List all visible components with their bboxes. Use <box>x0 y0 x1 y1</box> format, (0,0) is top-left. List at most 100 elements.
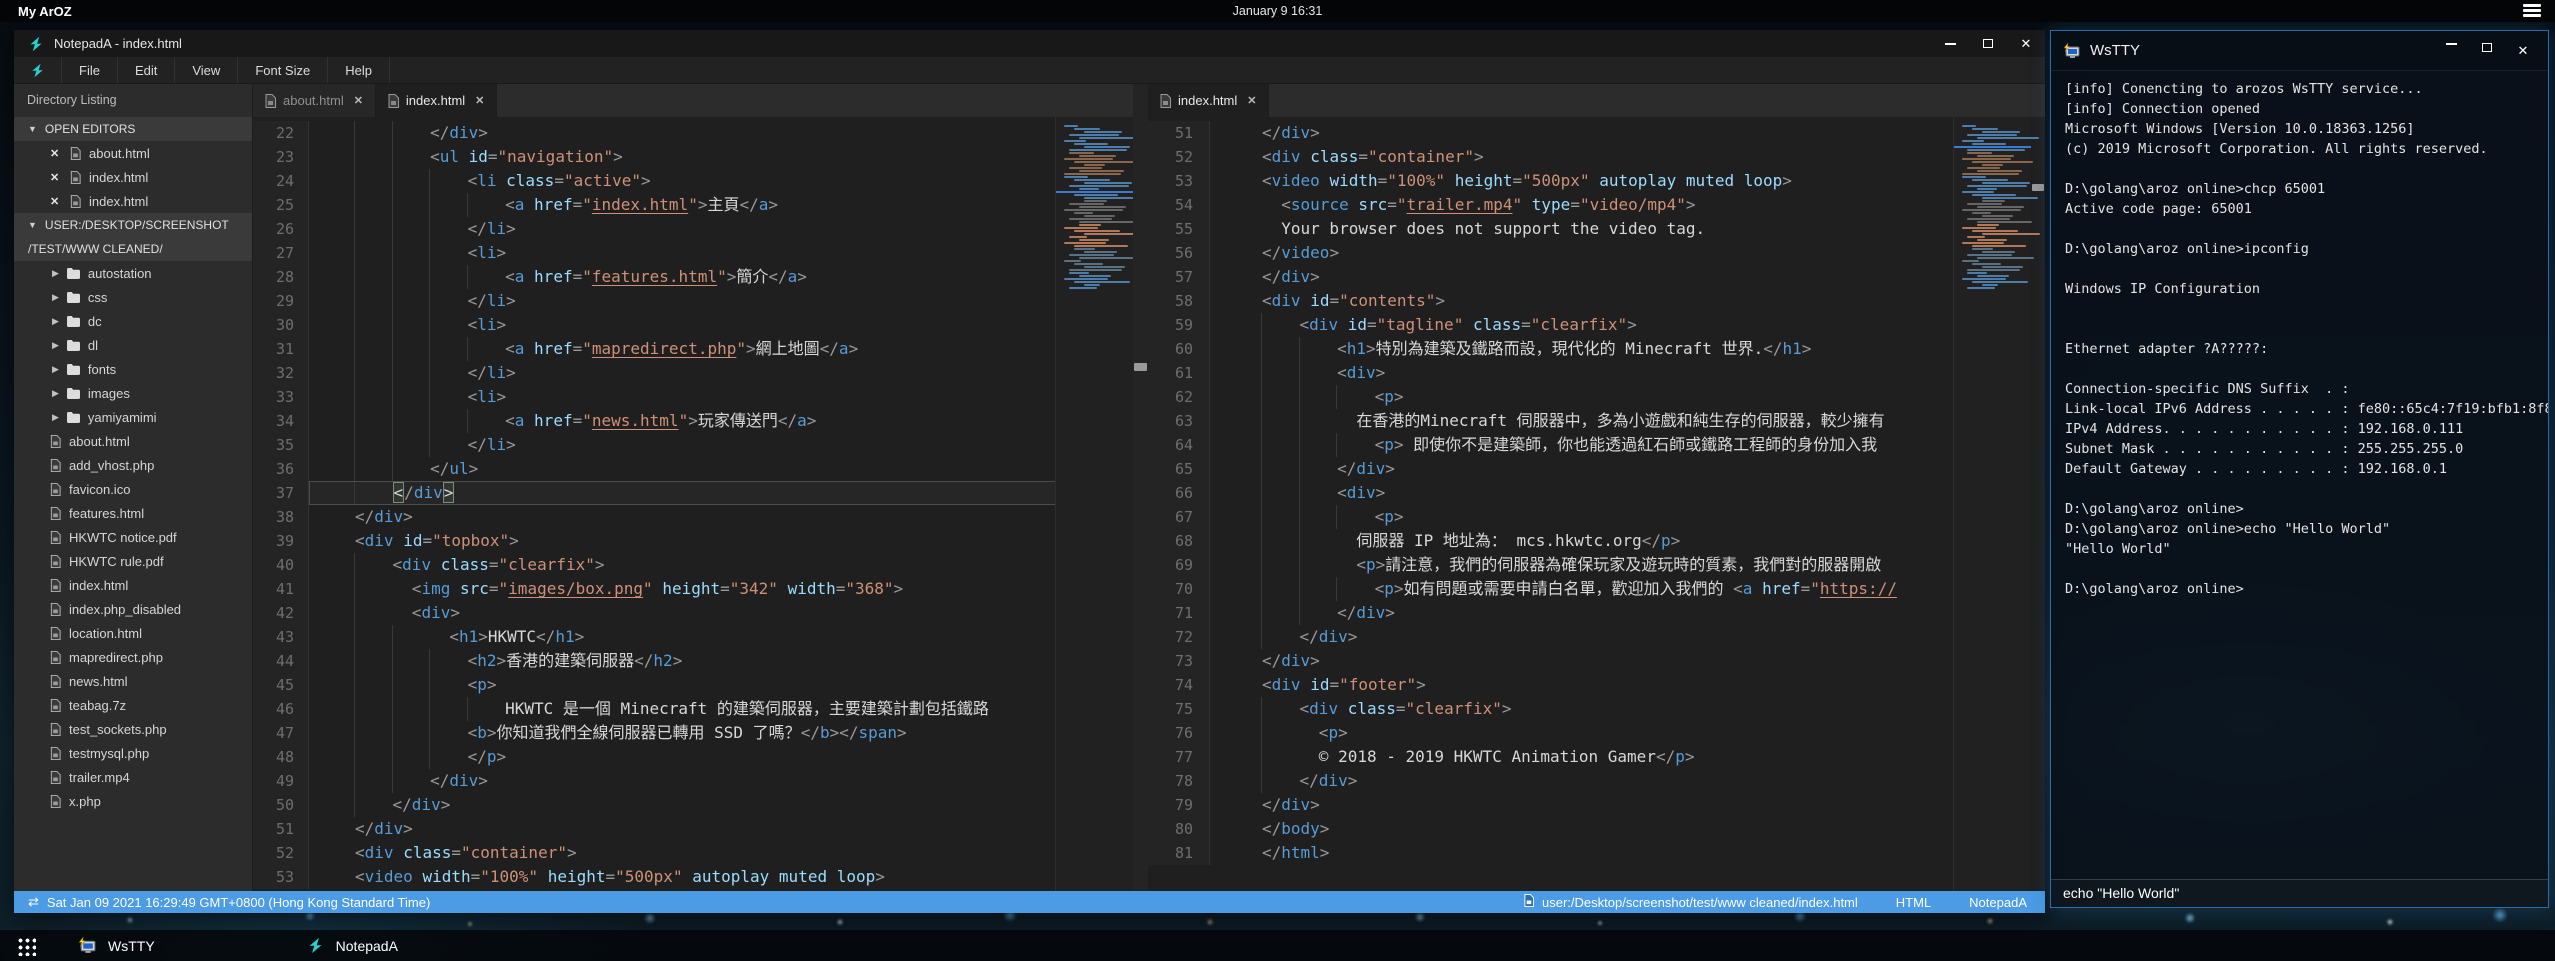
code-line[interactable]: 69 <p>請注意，我們的伺服器為確保玩家及遊玩時的質素，我們對的服器開啟 <box>1148 553 2045 577</box>
code-line[interactable]: 45 <p> <box>253 673 1133 697</box>
code-line[interactable]: 55 Your browser does not support the vid… <box>1148 217 2045 241</box>
code-line[interactable]: 59 <div id="tagline" class="clearfix"> <box>1148 313 2045 337</box>
code-line[interactable]: 73 </div> <box>1148 649 2045 673</box>
code-line[interactable]: 78 </div> <box>1148 769 2045 793</box>
sidebar-file[interactable]: about.html <box>14 429 252 453</box>
code-line[interactable]: 58 <div id="contents"> <box>1148 289 2045 313</box>
code-line[interactable]: 56 </video> <box>1148 241 2045 265</box>
code-line[interactable]: 30 <li> <box>253 313 1133 337</box>
minimize-button[interactable] <box>1931 30 1969 57</box>
code-line[interactable]: 23 <ul id="navigation"> <box>253 145 1133 169</box>
sidebar-file[interactable]: location.html <box>14 621 252 645</box>
code-line[interactable]: 37 </div> <box>253 481 1133 505</box>
sidebar-folder[interactable]: ▶ css <box>14 285 252 309</box>
sidebar-folder[interactable]: ▶ dc <box>14 309 252 333</box>
code-line[interactable]: 57 </div> <box>1148 265 2045 289</box>
code-line[interactable]: 62 <p> <box>1148 385 2045 409</box>
sidebar-folder[interactable]: ▶ autostation <box>14 261 252 285</box>
sidebar-file[interactable]: index.php_disabled <box>14 597 252 621</box>
maximize-button[interactable] <box>2472 43 2502 52</box>
sidebar-file[interactable]: testmysql.php <box>14 741 252 765</box>
code-line[interactable]: 76 <p> <box>1148 721 2045 745</box>
menu-item[interactable]: Font Size <box>238 57 328 83</box>
sidebar-folder[interactable]: ▶ images <box>14 381 252 405</box>
code-line[interactable]: 53 <video width="100%" height="500px" au… <box>253 865 1133 889</box>
code-line[interactable]: 72 </div> <box>1148 625 2045 649</box>
code-line[interactable]: 25 <a href="index.html">主頁</a> <box>253 193 1133 217</box>
tab-close-icon[interactable]: ✕ <box>1247 94 1256 107</box>
taskbar-item-notepada[interactable]: NotepadA <box>297 930 408 961</box>
code-line[interactable]: 22 </div> <box>253 121 1133 145</box>
code-line[interactable]: 44 <h2>香港的建築伺服器</h2> <box>253 649 1133 673</box>
sidebar-file[interactable]: mapredirect.php <box>14 645 252 669</box>
code-line[interactable]: 52 <div class="container"> <box>253 841 1133 865</box>
close-icon[interactable]: ✕ <box>50 171 64 184</box>
open-editors-section[interactable]: ▼ OPEN EDITORS <box>14 117 252 141</box>
notepada-titlebar[interactable]: NotepadA - index.html ✕ <box>14 30 2045 57</box>
code-editor-right[interactable]: 51 </div> 52 <div class="container"> 53 … <box>1148 117 2045 891</box>
code-line[interactable]: 77 © 2018 - 2019 HKWTC Animation Gamer</… <box>1148 745 2045 769</box>
code-line[interactable]: 31 <a href="mapredirect.php">網上地圖</a> <box>253 337 1133 361</box>
wstty-titlebar[interactable]: WsTTY ✕ <box>2051 31 2548 71</box>
tab-close-icon[interactable]: ✕ <box>475 94 484 107</box>
editor-tab[interactable]: index.html ✕ <box>1148 84 1269 117</box>
code-line[interactable]: 42 <div> <box>253 601 1133 625</box>
sidebar-file[interactable]: index.html <box>14 573 252 597</box>
code-line[interactable]: 46 HKWTC 是一個 Minecraft 的建築伺服器，主要建築計劃包括鐵路 <box>253 697 1133 721</box>
code-line[interactable]: 26 </li> <box>253 217 1133 241</box>
code-line[interactable]: 71 </div> <box>1148 601 2045 625</box>
code-line[interactable]: 74 <div id="footer"> <box>1148 673 2045 697</box>
code-line[interactable]: 35 </li> <box>253 433 1133 457</box>
menu-item[interactable]: Edit <box>118 57 175 83</box>
close-icon[interactable]: ✕ <box>50 195 64 208</box>
scrollbar-grip[interactable] <box>2032 184 2044 191</box>
code-line[interactable]: 41 <img src="images/box.png" height="342… <box>253 577 1133 601</box>
code-line[interactable]: 39 <div id="topbox"> <box>253 529 1133 553</box>
sidebar-file[interactable]: HKWTC notice.pdf <box>14 525 252 549</box>
code-line[interactable]: 29 </li> <box>253 289 1133 313</box>
code-line[interactable]: 61 <div> <box>1148 361 2045 385</box>
editor-tab[interactable]: index.html ✕ <box>376 84 497 117</box>
terminal-output[interactable]: [info] Conencting to arozos WsTTY servic… <box>2051 71 2548 879</box>
open-editor-item[interactable]: ✕ index.html <box>14 165 252 189</box>
code-line[interactable]: 81 </html> <box>1148 841 2045 865</box>
menu-item[interactable]: File <box>62 57 118 83</box>
code-editor-left[interactable]: 22 </div> 23 <ul id="navigation"> 24 <li… <box>253 117 1133 891</box>
code-line[interactable]: 36 </ul> <box>253 457 1133 481</box>
code-line[interactable]: 70 <p>如有問題或需要申請白名單，歡迎加入我們的 <a href="http… <box>1148 577 2045 601</box>
open-editor-item[interactable]: ✕ about.html <box>14 141 252 165</box>
code-line[interactable]: 52 <div class="container"> <box>1148 145 2045 169</box>
tab-close-icon[interactable]: ✕ <box>354 94 363 107</box>
sidebar-folder[interactable]: ▶ fonts <box>14 357 252 381</box>
code-line[interactable]: 28 <a href="features.html">簡介</a> <box>253 265 1133 289</box>
close-button[interactable]: ✕ <box>2007 30 2045 57</box>
close-button[interactable]: ✕ <box>2508 43 2538 59</box>
workspace-section[interactable]: ▼ USER:/DESKTOP/SCREENSHOT <box>14 213 252 237</box>
code-line[interactable]: 51 </div> <box>253 817 1133 841</box>
code-line[interactable]: 66 <div> <box>1148 481 2045 505</box>
code-line[interactable]: 53 <video width="100%" height="500px" au… <box>1148 169 2045 193</box>
code-line[interactable]: 40 <div class="clearfix"> <box>253 553 1133 577</box>
open-editor-item[interactable]: ✕ index.html <box>14 189 252 213</box>
code-line[interactable]: 67 <p> <box>1148 505 2045 529</box>
taskbar-item-wstty[interactable]: WsTTY <box>68 930 165 961</box>
code-line[interactable]: 24 <li class="active"> <box>253 169 1133 193</box>
code-line[interactable]: 79 </div> <box>1148 793 2045 817</box>
statusbar-mode[interactable]: HTML <box>1896 895 1931 910</box>
minimap-right[interactable] <box>1953 117 2031 891</box>
sidebar-folder[interactable]: ▶ dl <box>14 333 252 357</box>
sidebar-file[interactable]: HKWTC rule.pdf <box>14 549 252 573</box>
sidebar-file[interactable]: add_vhost.php <box>14 453 252 477</box>
editor-tab[interactable]: about.html ✕ <box>253 84 376 117</box>
minimize-button[interactable] <box>2436 43 2466 45</box>
code-line[interactable]: 64 <p> 即使你不是建築師，你也能透過紅石師或鐵路工程師的身份加入我 <box>1148 433 2045 457</box>
code-line[interactable]: 68 伺服器 IP 地址為： mcs.hkwtc.org</p> <box>1148 529 2045 553</box>
close-icon[interactable]: ✕ <box>50 147 64 160</box>
sidebar-file[interactable]: teabag.7z <box>14 693 252 717</box>
hamburger-menu-icon[interactable] <box>2523 4 2541 18</box>
terminal-command-input[interactable]: echo "Hello World" <box>2051 879 2548 907</box>
sidebar-file[interactable]: favicon.ico <box>14 477 252 501</box>
code-line[interactable]: 75 <div class="clearfix"> <box>1148 697 2045 721</box>
pane-splitter[interactable] <box>1133 84 1148 891</box>
code-line[interactable]: 51 </div> <box>1148 121 2045 145</box>
